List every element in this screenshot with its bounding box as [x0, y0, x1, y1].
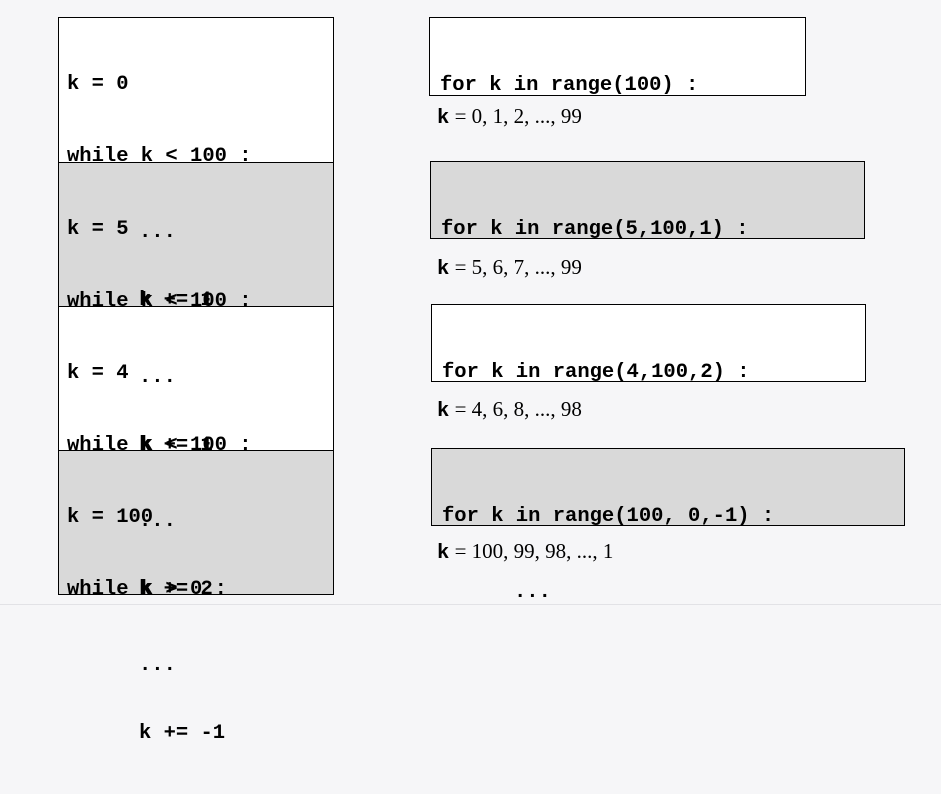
equals-sign: =	[449, 104, 472, 128]
while-loop-block-3: k = 4 while k < 100 : ... k += 2	[59, 306, 333, 601]
while-loop-column: k = 0 while k < 100 : ... k += 1 k = 5 w…	[58, 17, 334, 745]
while-init-line: k = 100	[67, 506, 154, 529]
while-body-ellipsis: ...	[139, 654, 176, 677]
for-loop-header: for k in range(4,100,2) :	[442, 361, 750, 384]
for-loop-box-1: for k in range(100) : ...	[429, 17, 806, 173]
while-init-line: k = 0	[67, 73, 129, 96]
bottom-divider	[0, 604, 941, 605]
equals-sign: =	[449, 255, 472, 279]
while-loop-block-2: k = 5 while k < 100 : ... k += 1	[59, 162, 333, 457]
k-variable: k	[437, 542, 450, 565]
k-values-line-1: k = 0, 1, 2, ..., 99	[437, 104, 582, 130]
while-loop-block-4: k = 100 while k > 0 : ... k += -1	[59, 450, 333, 745]
equals-sign: =	[449, 397, 472, 421]
while-init-line: k = 5	[67, 218, 129, 241]
for-loop-header: for k in range(100, 0,-1) :	[442, 505, 775, 528]
k-values: 4, 6, 8, ..., 98	[471, 397, 582, 421]
while-loop-block-1: k = 0 while k < 100 : ... k += 1	[59, 18, 333, 312]
while-increment-line: k += -1	[139, 722, 226, 745]
for-loop-header: for k in range(100) :	[440, 74, 699, 97]
for-loop-box-4: for k in range(100, 0,-1) : ...	[431, 448, 905, 604]
k-variable: k	[437, 400, 450, 423]
k-variable: k	[437, 258, 450, 281]
k-values-line-2: k = 5, 6, 7, ..., 99	[437, 255, 582, 281]
k-values-line-4: k = 100, 99, 98, ..., 1	[437, 539, 613, 565]
equals-sign: =	[449, 539, 472, 563]
k-values-line-3: k = 4, 6, 8, ..., 98	[437, 397, 582, 423]
for-loop-body-ellipsis: ...	[514, 581, 551, 604]
for-loop-box-3: for k in range(4,100,2) : ...	[431, 304, 866, 460]
while-init-line: k = 4	[67, 362, 129, 385]
k-values: 0, 1, 2, ..., 99	[471, 104, 582, 128]
while-condition-line: while k > 0 :	[67, 578, 227, 601]
for-loop-header: for k in range(5,100,1) :	[441, 218, 749, 241]
for-loop-box-2: for k in range(5,100,1) : ...	[430, 161, 865, 317]
k-values: 5, 6, 7, ..., 99	[471, 255, 582, 279]
k-variable: k	[437, 107, 450, 130]
k-values: 100, 99, 98, ..., 1	[471, 539, 614, 563]
